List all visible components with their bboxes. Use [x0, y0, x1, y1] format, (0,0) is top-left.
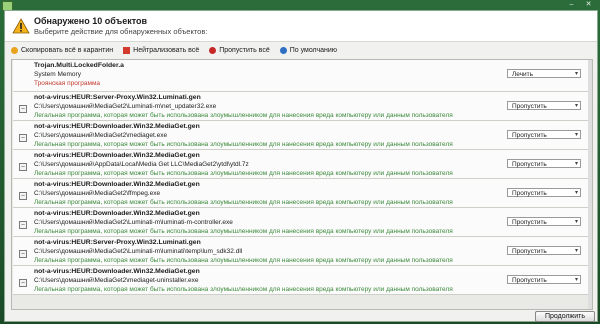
chevron-down-icon: ▾	[574, 190, 578, 196]
chevron-down-icon: ▾	[574, 277, 578, 283]
action-select[interactable]: Пропустить ▾	[507, 217, 581, 226]
page-title: Обнаружено 10 объектов	[34, 16, 148, 26]
list-item[interactable]: – not-a-virus:HEUR:Downloader.Win32.Medi…	[13, 150, 591, 179]
stop-icon	[209, 47, 217, 54]
detected-objects-list[interactable]: Trojan.Multi.LockedFolder.a System Memor…	[11, 59, 593, 310]
list-item[interactable]: – not-a-virus:HEUR:Server-Proxy.Win32.Lu…	[13, 92, 591, 121]
threat-name: not-a-virus:HEUR:Downloader.Win32.MediaG…	[34, 210, 200, 217]
collapse-toggle[interactable]: –	[19, 105, 27, 113]
collapse-toggle[interactable]: –	[19, 134, 27, 142]
object-description: Легальная программа, которая может быть …	[34, 228, 453, 235]
object-description: Троянская программа	[34, 80, 101, 87]
list-item[interactable]: – not-a-virus:HEUR:Server-Proxy.Win32.Lu…	[13, 237, 591, 266]
object-path: C:\Users\домашний\MediaGet2\Luminati-m\n…	[34, 103, 217, 110]
plus-cross-icon	[123, 47, 131, 54]
chevron-down-icon: ▾	[574, 132, 578, 138]
action-select[interactable]: Пропустить ▾	[507, 188, 581, 197]
collapse-toggle[interactable]: –	[19, 192, 27, 200]
object-path: C:\Users\домашний\AppData\Local\Media Ge…	[34, 161, 249, 168]
object-path: C:\Users\домашний\MediaGet2\Luminati-m\l…	[34, 219, 233, 226]
chevron-down-icon: ▾	[574, 219, 578, 225]
threat-name: not-a-virus:HEUR:Downloader.Win32.MediaG…	[34, 152, 200, 159]
list-item[interactable]: – not-a-virus:HEUR:Downloader.Win32.Medi…	[13, 208, 591, 237]
list-item[interactable]: – not-a-virus:HEUR:Downloader.Win32.Medi…	[13, 266, 591, 295]
chevron-down-icon: ▾	[574, 161, 578, 167]
collapse-toggle[interactable]: –	[19, 221, 27, 229]
threat-name: Trojan.Multi.LockedFolder.a	[34, 62, 124, 69]
collapse-toggle[interactable]: –	[19, 279, 27, 287]
minimize-icon[interactable]: –	[566, 1, 577, 8]
list-item[interactable]: – not-a-virus:HEUR:Downloader.Win32.Medi…	[13, 121, 591, 150]
list-item[interactable]: – not-a-virus:HEUR:Downloader.Win32.Medi…	[13, 179, 591, 208]
toolbar: Скопировать всё в карантин Нейтрализоват…	[11, 44, 591, 57]
chevron-down-icon: ▾	[574, 71, 578, 77]
undo-icon	[279, 47, 287, 54]
collapse-toggle[interactable]: –	[19, 250, 27, 258]
action-select[interactable]: Пропустить ▾	[507, 246, 581, 255]
close-icon[interactable]: ✕	[583, 1, 594, 8]
chevron-down-icon: ▾	[574, 248, 578, 254]
object-description: Легальная программа, которая может быть …	[34, 286, 453, 293]
threat-name: not-a-virus:HEUR:Server-Proxy.Win32.Lumi…	[34, 94, 201, 101]
threat-name: not-a-virus:HEUR:Downloader.Win32.MediaG…	[34, 123, 200, 130]
dialog-content: Обнаружено 10 объектов Выберите действие…	[4, 10, 598, 322]
page-subtitle: Выберите действие для обнаруженных объек…	[34, 27, 208, 36]
warning-icon	[12, 18, 30, 34]
neutralize-all-button[interactable]: Нейтрализовать всё	[123, 47, 199, 54]
object-description: Легальная программа, которая может быть …	[34, 112, 453, 119]
scrollbar[interactable]	[588, 60, 592, 309]
skip-all-button[interactable]: Пропустить всё	[209, 47, 270, 54]
object-description: Легальная программа, которая может быть …	[34, 141, 453, 148]
quarantine-all-button[interactable]: Скопировать всё в карантин	[11, 47, 113, 54]
threat-name: not-a-virus:HEUR:Server-Proxy.Win32.Lumi…	[34, 239, 201, 246]
object-path: C:\Users\домашний\MediaGet2\Luminati-m\l…	[34, 248, 243, 255]
object-path: C:\Users\домашний\MediaGet2\mediaget-uni…	[34, 277, 199, 284]
default-button[interactable]: По умолчанию	[279, 47, 337, 54]
threat-name: not-a-virus:HEUR:Downloader.Win32.MediaG…	[34, 268, 200, 275]
object-description: Легальная программа, которая может быть …	[34, 257, 453, 264]
object-path: System Memory	[34, 71, 81, 78]
action-select[interactable]: Пропустить ▾	[507, 159, 581, 168]
chevron-down-icon: ▾	[574, 103, 578, 109]
quarantine-icon	[11, 47, 18, 54]
object-path: C:\Users\домашний\MediaGet2\mediaget.exe	[34, 132, 168, 139]
object-description: Легальная программа, которая может быть …	[34, 199, 453, 206]
threat-name: not-a-virus:HEUR:Downloader.Win32.MediaG…	[34, 181, 200, 188]
action-select[interactable]: Пропустить ▾	[507, 130, 581, 139]
action-select[interactable]: Пропустить ▾	[507, 275, 581, 284]
continue-button[interactable]: Продолжить	[535, 311, 595, 322]
action-select[interactable]: Лечить ▾	[507, 69, 581, 78]
object-path: C:\Users\домашний\MediaGet2\ffmpeg.exe	[34, 190, 161, 197]
action-select[interactable]: Пропустить ▾	[507, 101, 581, 110]
object-description: Легальная программа, которая может быть …	[34, 170, 453, 177]
list-item[interactable]: Trojan.Multi.LockedFolder.a System Memor…	[13, 60, 591, 92]
title-bar: – ✕	[0, 0, 600, 11]
app-window: – ✕ Обнаружено 10 объектов Выберите дейс…	[0, 0, 600, 324]
collapse-toggle[interactable]: –	[19, 163, 27, 171]
dialog-header: Обнаружено 10 объектов Выберите действие…	[5, 11, 597, 42]
